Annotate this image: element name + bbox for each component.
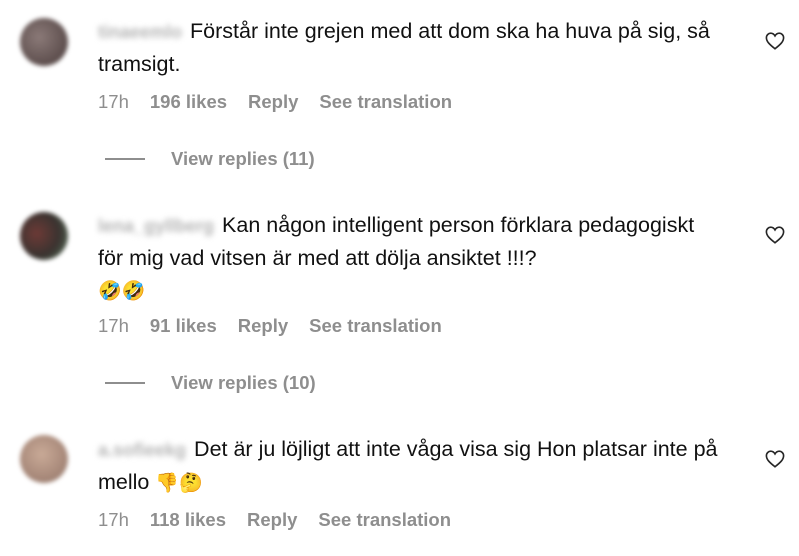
reply-button[interactable]: Reply — [248, 91, 298, 113]
likes-count[interactable]: 196 likes — [150, 91, 227, 113]
emoji-text: 🤣🤣 — [98, 280, 146, 302]
replies-divider-line — [105, 158, 145, 160]
avatar[interactable] — [20, 18, 68, 66]
view-replies-label: View replies (10) — [171, 372, 316, 393]
comment-body: a.sofieekg Det är ju löjligt att inte våg… — [98, 433, 718, 499]
avatar[interactable] — [20, 212, 68, 260]
username[interactable]: lena_gyllberg — [98, 210, 214, 242]
heart-outline-icon[interactable] — [765, 450, 785, 468]
heart-outline-icon[interactable] — [765, 32, 785, 50]
reply-button[interactable]: Reply — [247, 509, 297, 531]
reply-button[interactable]: Reply — [238, 315, 288, 337]
comment-meta: 17h 91 likes Reply See translation — [98, 315, 442, 337]
see-translation-button[interactable]: See translation — [309, 315, 442, 337]
view-replies-button[interactable]: View replies (10) — [105, 372, 316, 394]
view-replies-button[interactable]: View replies (11) — [105, 148, 315, 170]
username[interactable]: tinaeemlo — [98, 16, 182, 48]
username[interactable]: a.sofieekg — [98, 434, 186, 466]
replies-divider-line — [105, 382, 145, 384]
see-translation-button[interactable]: See translation — [318, 509, 451, 531]
comment-text: Förstår inte grejen med att dom ska ha h… — [98, 19, 710, 76]
likes-count[interactable]: 118 likes — [150, 509, 226, 531]
view-replies-label: View replies (11) — [171, 148, 315, 169]
timestamp[interactable]: 17h — [98, 509, 129, 531]
comment-meta: 17h 118 likes Reply See translation — [98, 509, 451, 531]
emoji-text: 👎🤔 — [155, 472, 203, 494]
comment-meta: 17h 196 likes Reply See translation — [98, 91, 452, 113]
timestamp[interactable]: 17h — [98, 315, 129, 337]
comment-body: tinaeemlo Förstår inte grejen med att dom… — [98, 15, 718, 80]
comment-body: lena_gyllberg Kan någon intelligent perso… — [98, 209, 718, 307]
likes-count[interactable]: 91 likes — [150, 315, 217, 337]
timestamp[interactable]: 17h — [98, 91, 129, 113]
avatar[interactable] — [20, 435, 68, 483]
see-translation-button[interactable]: See translation — [319, 91, 452, 113]
heart-outline-icon[interactable] — [765, 226, 785, 244]
